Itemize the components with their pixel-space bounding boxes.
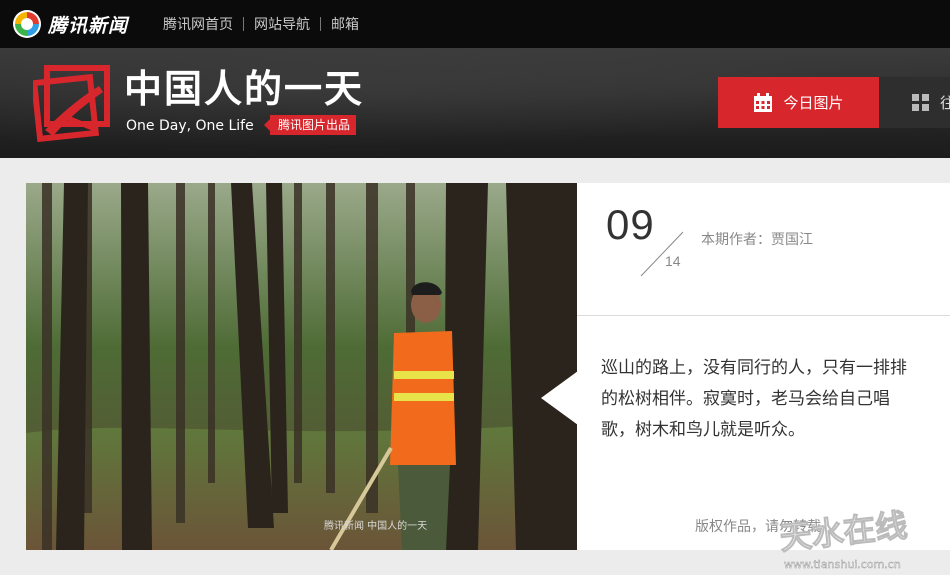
article-info-panel: 09 14 本期作者：贾国江 巡山的路上，没有同行的人，只有一排排的松树相伴。寂…: [541, 183, 950, 550]
photo-caption: 腾讯新闻 中国人的一天: [324, 519, 427, 532]
past-photos-button[interactable]: 往: [879, 77, 950, 128]
panel-divider: [577, 315, 950, 316]
tencent-news-logo-icon: [13, 10, 41, 38]
tencent-news-brand[interactable]: 腾讯新闻: [12, 9, 128, 39]
producer-badge: 腾讯图片出品: [263, 115, 357, 135]
grid-icon: [912, 94, 929, 111]
svg-text:天水在线: 天水在线: [778, 506, 909, 557]
top-bar: 腾讯新闻 腾讯网首页 网站导航 邮箱: [0, 0, 950, 48]
speech-pointer: [541, 371, 578, 425]
nav-link-site-nav[interactable]: 网站导航: [254, 14, 310, 34]
one-day-logo-icon[interactable]: [33, 60, 119, 142]
calendar-icon: [754, 92, 773, 112]
photo-description: 巡山的路上，没有同行的人，只有一排排的松树相伴。寂寞时，老马会给自己唱歌，树木和…: [601, 358, 907, 440]
nav-divider: [320, 17, 321, 31]
site-watermark: 天水在线 www.tianshui.com.cn: [777, 506, 909, 572]
author-credit: 本期作者：贾国江: [701, 232, 813, 248]
column-banner: 中国人的一天 One Day, One Life 腾讯图片出品 今日图片 往: [0, 48, 950, 158]
nav-divider: [243, 17, 244, 31]
column-subtitle: One Day, One Life: [126, 118, 254, 134]
today-photo-label: 今日图片: [783, 94, 844, 112]
nav-link-mail[interactable]: 邮箱: [331, 14, 359, 34]
nav-link-home[interactable]: 腾讯网首页: [163, 14, 233, 34]
column-title: 中国人的一天: [124, 67, 365, 111]
feature-photo[interactable]: 腾讯新闻 中国人的一天: [26, 183, 577, 550]
top-nav: 腾讯网首页 网站导航 邮箱: [163, 14, 359, 34]
svg-text:www.tianshui.com.cn: www.tianshui.com.cn: [784, 558, 901, 571]
past-photos-label: 往: [940, 94, 950, 112]
brand-name: 腾讯新闻: [48, 14, 129, 37]
date-month: 14: [665, 253, 681, 269]
forest-ranger-photo: 腾讯新闻 中国人的一天: [26, 183, 577, 550]
today-photo-button[interactable]: 今日图片: [718, 77, 879, 128]
